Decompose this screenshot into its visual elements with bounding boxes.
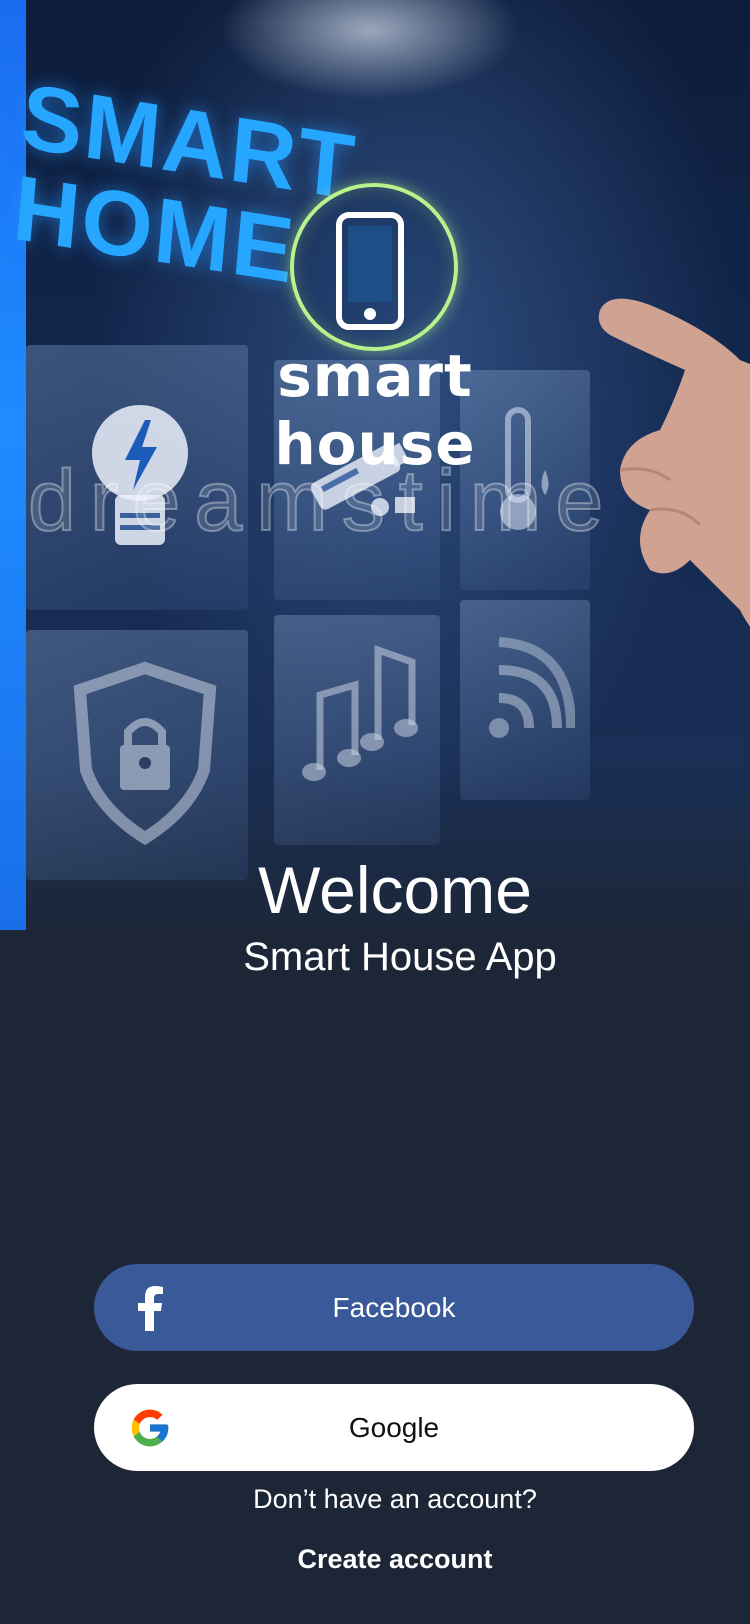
google-icon — [124, 1402, 176, 1454]
facebook-login-button[interactable]: Facebook — [94, 1264, 694, 1351]
hand-image — [598, 298, 750, 627]
logo-text: smart house — [274, 342, 476, 478]
shield-lock-icon — [70, 660, 220, 845]
facebook-icon — [124, 1282, 176, 1334]
create-account-link[interactable]: Create account — [0, 1544, 750, 1575]
facebook-label: Facebook — [332, 1291, 456, 1323]
wifi-icon — [485, 628, 575, 748]
smartphone-icon — [336, 212, 404, 330]
banner-text: SMART HOME — [9, 65, 361, 303]
hero-image: SMART HOME dreamstime smart house — [0, 0, 750, 946]
hero-banner-text: SMART HOME — [9, 65, 361, 303]
music-note-icon — [300, 640, 430, 790]
welcome-title: Welcome — [258, 853, 532, 927]
hero-blur-light — [220, 0, 520, 100]
welcome-subtitle: Smart House App — [243, 935, 557, 979]
google-label: Google — [348, 1411, 440, 1443]
google-login-button[interactable]: Google — [94, 1384, 694, 1471]
no-account-text: Don’t have an account? — [253, 1484, 537, 1514]
